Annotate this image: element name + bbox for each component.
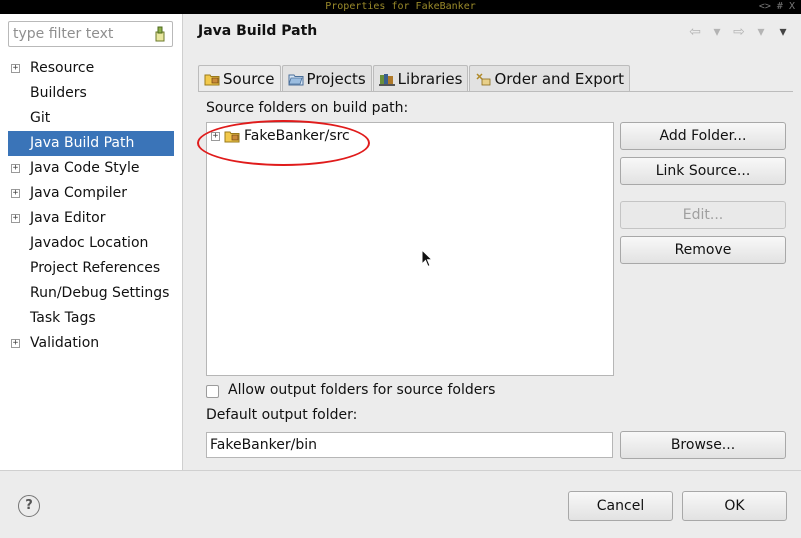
category-pane: + Resource Builders Git Java Build Path … (0, 14, 183, 470)
help-icon[interactable]: ? (18, 495, 40, 517)
page-title: Java Build Path (198, 23, 318, 39)
expand-icon[interactable]: + (11, 214, 20, 223)
category-java-editor[interactable]: + Java Editor (0, 206, 183, 231)
cancel-button[interactable]: Cancel (568, 491, 673, 521)
expand-icon[interactable]: + (11, 164, 20, 173)
category-label: Javadoc Location (30, 235, 149, 251)
dialog-footer: ? Cancel OK (0, 470, 801, 538)
link-source-button[interactable]: Link Source... (620, 157, 786, 185)
window-controls[interactable]: <> # X (759, 0, 795, 14)
page-navigation: ⇦ ▾ ⇨ ▾ ▾ (687, 24, 791, 40)
edit-button[interactable]: Edit... (620, 201, 786, 229)
view-menu-icon[interactable]: ▾ (775, 24, 791, 40)
tab-order-export[interactable]: Order and Export (469, 65, 630, 91)
tab-label: Order and Export (494, 69, 624, 88)
properties-dialog: + Resource Builders Git Java Build Path … (0, 14, 801, 538)
tab-libraries[interactable]: Libraries (372, 65, 469, 91)
mouse-cursor-icon (421, 249, 433, 268)
page-pane: Java Build Path ⇦ ▾ ⇨ ▾ ▾ Source Project… (184, 14, 801, 470)
category-label: Java Editor (30, 210, 106, 226)
window-titlebar: Properties for FakeBanker <> # X (0, 0, 801, 14)
default-output-field[interactable] (206, 432, 613, 458)
tab-bar: Source Projects Libraries Order and Expo… (198, 65, 631, 92)
forward-icon[interactable]: ⇨ (731, 24, 747, 40)
ok-button[interactable]: OK (682, 491, 787, 521)
filter-input[interactable] (9, 22, 149, 46)
back-icon[interactable]: ⇦ (687, 24, 703, 40)
default-output-label: Default output folder: (206, 407, 358, 423)
expand-icon[interactable]: + (211, 131, 220, 141)
category-run-debug-settings[interactable]: Run/Debug Settings (0, 281, 183, 306)
filter-field[interactable] (8, 21, 173, 47)
tab-projects[interactable]: Projects (281, 65, 372, 91)
category-label: Validation (30, 335, 100, 351)
source-folder-icon (224, 131, 240, 143)
category-java-build-path[interactable]: Java Build Path (8, 131, 174, 156)
category-java-compiler[interactable]: + Java Compiler (0, 181, 183, 206)
expand-icon[interactable]: + (11, 64, 20, 73)
category-label: Git (30, 110, 51, 126)
tab-source[interactable]: Source (198, 65, 281, 92)
add-folder-button[interactable]: Add Folder... (620, 122, 786, 150)
category-label: Java Compiler (30, 185, 128, 201)
libraries-icon (378, 73, 395, 86)
category-javadoc-location[interactable]: Javadoc Location (0, 231, 183, 256)
back-menu-icon[interactable]: ▾ (709, 24, 725, 40)
source-folders-list[interactable]: + FakeBanker/src (206, 122, 614, 376)
order-export-icon (476, 72, 491, 85)
source-folders-label: Source folders on build path: (206, 100, 409, 116)
category-label: Run/Debug Settings (30, 285, 170, 301)
window-title: Properties for FakeBanker (325, 1, 476, 12)
category-task-tags[interactable]: Task Tags (0, 306, 183, 331)
category-tree: + Resource Builders Git Java Build Path … (0, 56, 183, 356)
category-builders[interactable]: Builders (0, 81, 183, 106)
tab-label: Libraries (397, 69, 463, 88)
tab-label: Source (223, 70, 275, 88)
remove-button[interactable]: Remove (620, 236, 786, 264)
category-label: Task Tags (30, 310, 96, 326)
forward-menu-icon[interactable]: ▾ (753, 24, 769, 40)
projects-icon (287, 74, 304, 85)
folder-label: FakeBanker/src (244, 128, 350, 144)
list-item[interactable]: + FakeBanker/src (211, 127, 350, 145)
category-label: Java Build Path (30, 135, 135, 151)
browse-button[interactable]: Browse... (620, 431, 786, 459)
category-git[interactable]: Git (0, 106, 183, 131)
category-validation[interactable]: + Validation (0, 331, 183, 356)
tab-label: Projects (306, 69, 366, 88)
allow-output-label: Allow output folders for source folders (228, 382, 496, 398)
category-label: Java Code Style (30, 160, 140, 176)
expand-icon[interactable]: + (11, 189, 20, 198)
category-project-references[interactable]: Project References (0, 256, 183, 281)
category-label: Builders (30, 85, 87, 101)
category-label: Resource (30, 60, 95, 76)
category-resource[interactable]: + Resource (0, 56, 183, 81)
clear-filter-icon[interactable] (153, 26, 167, 42)
category-java-code-style[interactable]: + Java Code Style (0, 156, 183, 181)
category-label: Project References (30, 260, 161, 276)
source-folder-icon (204, 74, 220, 86)
allow-output-checkbox[interactable] (206, 385, 219, 398)
expand-icon[interactable]: + (11, 339, 20, 348)
